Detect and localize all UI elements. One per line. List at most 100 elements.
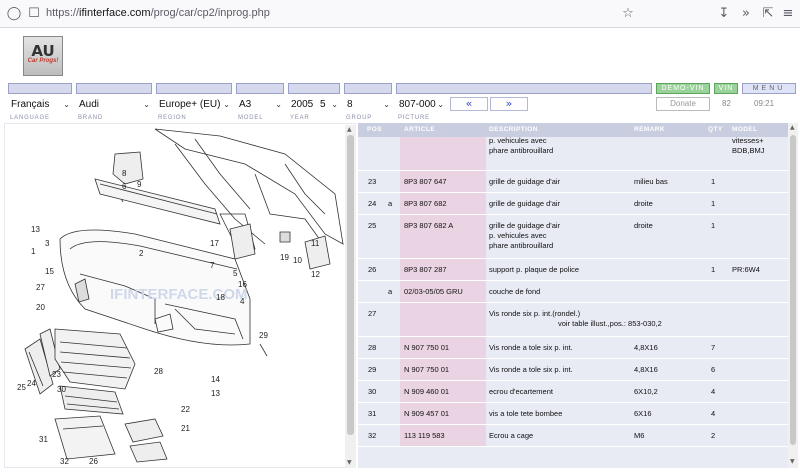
region-value: Europe+ (EU) <box>159 99 221 110</box>
menu-button[interactable]: MENU <box>742 83 796 94</box>
description-cell: grille de guidage d'air <box>489 221 561 230</box>
callout-30: 30 <box>57 385 66 394</box>
callout-29: 29 <box>259 331 268 340</box>
pos-cell: 27 <box>368 309 377 318</box>
bookmark-star-icon[interactable]: ☆ <box>620 6 636 22</box>
description-cell: grille de guidage d'air <box>489 199 561 208</box>
table-row[interactable]: 29 N 907 750 01 Vis ronde a tole six p. in… <box>358 359 788 381</box>
overflow-chevrons-icon[interactable]: » <box>738 6 754 22</box>
table-row[interactable]: 23 8P3 807 647 grille de guidage d'air mili… <box>358 171 788 193</box>
parts-diagram-pane[interactable]: IFINTERFACE.COM 8 6 9 13 3 1 15 2 17 7 5… <box>4 123 356 468</box>
table-row[interactable]: 27 Vis ronde six p. int.(rondel.) voir tab… <box>358 303 788 337</box>
parts-table: POS ARTICLE DESCRIPTION REMARK QTY MODEL… <box>358 123 798 468</box>
article-cell[interactable]: 02/03-05/05 GRU <box>404 287 463 297</box>
article-cell[interactable]: N 907 750 01 <box>404 343 449 353</box>
remark-cell: 6X10,2 <box>634 387 658 396</box>
shield-icon[interactable]: ◯ <box>6 6 22 22</box>
header-pos: POS <box>367 126 382 133</box>
scroll-up-icon[interactable]: ▲ <box>347 126 352 133</box>
picture-display-box <box>396 83 652 94</box>
logo-tagline: Car Progs! <box>27 58 59 64</box>
download-icon[interactable]: ↧ <box>716 6 732 22</box>
table-row[interactable]: a 02/03-05/05 GRU couche de fond <box>358 281 788 303</box>
article-cell[interactable]: N 907 750 01 <box>404 365 449 375</box>
article-cell[interactable]: 8P3 807 682 <box>404 199 447 209</box>
pos-cell: 25 <box>368 221 377 230</box>
url-prefix: https:// <box>46 7 80 19</box>
description-cell: p. vehicules avec <box>489 136 547 145</box>
lock-icon[interactable]: ☐ <box>26 6 42 22</box>
table-scrollbar[interactable]: ▲ ▼ <box>788 123 798 468</box>
article-cell[interactable]: N 909 457 01 <box>404 409 449 419</box>
extensions-icon[interactable]: ⇱ <box>760 6 776 22</box>
brand-select[interactable]: Audi ⌄ <box>76 97 152 112</box>
callout-8: 8 <box>122 169 127 178</box>
callout-14: 14 <box>211 375 220 384</box>
description-cell: Ecrou a cage <box>489 431 534 440</box>
remark-cell: M6 <box>634 431 645 440</box>
language-select[interactable]: Français ⌄ <box>8 97 72 112</box>
scroll-up-icon[interactable]: ▲ <box>790 124 795 131</box>
year-label: YEAR <box>290 115 310 121</box>
previous-picture-button[interactable]: « <box>450 97 488 111</box>
callout-1: 1 <box>31 247 36 256</box>
callout-18: 18 <box>216 293 225 302</box>
group-select[interactable]: 8 ⌄ <box>344 97 392 112</box>
next-picture-button[interactable]: » <box>490 97 528 111</box>
header-description: DESCRIPTION <box>489 126 538 133</box>
chevron-down-icon: ⌄ <box>223 100 230 109</box>
demo-vin-button[interactable]: DEMO-VIN <box>656 83 710 94</box>
year-select[interactable]: 2005 5 ⌄ <box>288 97 340 112</box>
address-bar[interactable]: https://ifinterface.com/prog/car/cp2/inp… <box>46 7 270 19</box>
article-cell[interactable]: 113 119 583 <box>404 431 445 441</box>
model-select[interactable]: A3 ⌄ <box>236 97 284 112</box>
donate-button[interactable]: Donate <box>656 97 710 111</box>
qty-cell: 1 <box>711 177 716 186</box>
article-cell[interactable]: 8P3 807 682 A <box>404 221 453 231</box>
picture-select[interactable]: 807-000 ⌄ <box>396 97 446 112</box>
language-display-box <box>8 83 72 94</box>
app-menu-icon[interactable]: ≡ <box>780 6 796 22</box>
description-cell: ecrou d'ecartement <box>489 387 553 396</box>
qty-cell: 1 <box>711 221 716 230</box>
callout-13: 13 <box>31 225 40 234</box>
table-scroll-thumb[interactable] <box>790 135 796 445</box>
au-logo[interactable]: AU Car Progs! <box>23 36 63 76</box>
diagram-scrollbar[interactable]: ▲ ▼ <box>345 125 356 468</box>
bumper-exploded-diagram[interactable]: IFINTERFACE.COM 8 6 9 13 3 1 15 2 17 7 5… <box>5 124 347 468</box>
table-row[interactable]: 30 N 909 460 01 ecrou d'ecartement 6X10,2 4 <box>358 381 788 403</box>
callout-4: 4 <box>240 297 245 306</box>
brand-display-box <box>76 83 152 94</box>
header-qty: QTY <box>708 126 723 133</box>
table-row[interactable]: 31 N 909 457 01 vis a tole tete bombee 6X16… <box>358 403 788 425</box>
description-cell: couche de fond <box>489 287 541 296</box>
scroll-down-icon[interactable]: ▼ <box>790 458 795 465</box>
callout-31: 31 <box>39 435 48 444</box>
year-display-box <box>288 83 340 94</box>
remark-cell: 4,8X16 <box>634 343 658 352</box>
article-cell[interactable]: 8P3 807 287 <box>404 265 447 275</box>
header-article: ARTICLE <box>404 126 435 133</box>
model-label: MODEL <box>238 115 264 121</box>
region-select[interactable]: Europe+ (EU) ⌄ <box>156 97 232 112</box>
year-value: 2005 <box>291 99 314 110</box>
table-row[interactable]: 24 a 8P3 807 682 grille de guidage d'air dro… <box>358 193 788 215</box>
description-cell: grille de guidage d'air <box>489 177 561 186</box>
scroll-down-icon[interactable]: ▼ <box>347 459 352 466</box>
table-row[interactable]: 25 8P3 807 682 A grille de guidage d'air p.… <box>358 215 788 259</box>
url-path: /prog/car/cp2/inprog.php <box>150 7 270 19</box>
model-line2-cell: BDB,BMJ <box>732 146 765 155</box>
model-value: A3 <box>239 99 252 110</box>
table-row[interactable]: p. vehicules avec phare antibrouillard vit… <box>358 136 788 171</box>
table-row[interactable]: 32 113 119 583 Ecrou a cage M6 2 <box>358 425 788 447</box>
article-cell-bg <box>400 137 486 170</box>
table-row[interactable]: 26 8P3 807 287 support p. plaque de police… <box>358 259 788 281</box>
table-row[interactable]: 28 N 907 750 01 Vis ronde a tole six p. in… <box>358 337 788 359</box>
callout-9: 9 <box>137 180 142 189</box>
diagram-scroll-thumb[interactable] <box>347 135 354 435</box>
callout-16: 16 <box>238 280 247 289</box>
language-label: LANGUAGE <box>10 115 50 121</box>
article-cell[interactable]: N 909 460 01 <box>404 387 449 397</box>
article-cell[interactable]: 8P3 807 647 <box>404 177 447 187</box>
vin-button[interactable]: VIN <box>714 83 738 94</box>
